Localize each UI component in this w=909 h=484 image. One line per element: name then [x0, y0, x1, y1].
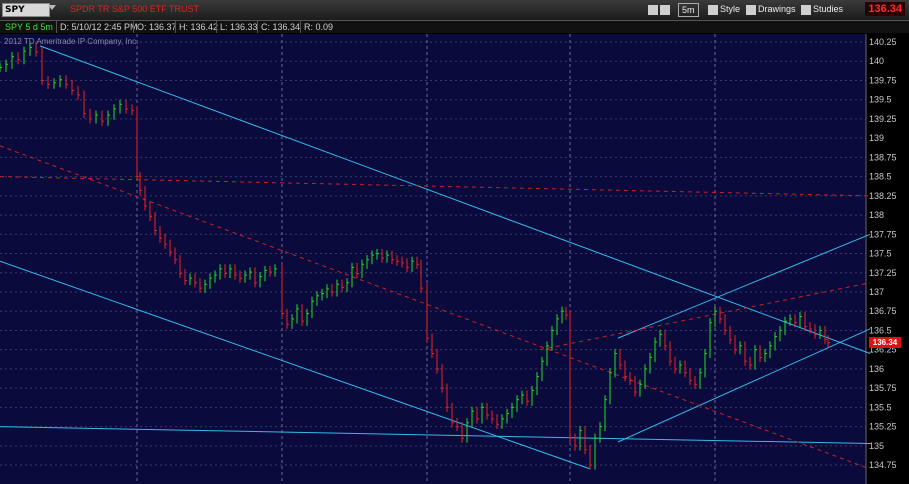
copyright-text: 2012 TD Ameritrade IP Company, Inc.	[4, 37, 139, 46]
info-bar: SPY 5 d 5m D: 5/10/12 2:45 PM O: 136.37 …	[0, 21, 909, 33]
price-chart[interactable]: 140.25 140 139.75 139.5 139.25 139 138.75 138.5…	[0, 34, 909, 484]
y-tick-label: 139.5	[869, 95, 892, 105]
symbol-description: SPDR TR S&P 500 ETF TRUST	[70, 4, 200, 14]
chart-canvas[interactable]: 140.25 140 139.75 139.5 139.25 139 138.75 138.5…	[0, 34, 909, 484]
y-tick-label: 139	[869, 133, 884, 143]
current-price-tag: 136.34	[869, 336, 901, 348]
plot-background	[0, 34, 866, 484]
y-tick-label: 135.5	[869, 402, 892, 412]
bar-low: L: 136.33	[216, 21, 258, 33]
y-tick-label: 140.25	[869, 37, 897, 47]
y-tick-label: 138.25	[869, 191, 897, 201]
drawings-button[interactable]: Drawings	[746, 2, 796, 16]
y-tick-label: 135.25	[869, 422, 897, 432]
studies-icon	[801, 4, 811, 15]
last-price: 136.34	[865, 2, 905, 16]
y-tick-label: 139.25	[869, 114, 897, 124]
crosshair-icon	[648, 4, 658, 15]
y-tick-label: 137.25	[869, 268, 897, 278]
y-tick-label: 137	[869, 287, 884, 297]
symbol-input[interactable]: SPY	[2, 3, 50, 17]
pencil-icon	[746, 4, 756, 15]
y-tick-label: 138	[869, 210, 884, 220]
y-tick-label: 139.75	[869, 75, 897, 85]
bar-range: R: 0.09	[300, 21, 333, 33]
bar-date: D: 5/10/12 2:45 PM	[56, 21, 138, 33]
y-tick-label: 135.75	[869, 383, 897, 393]
studies-label: Studies	[813, 4, 844, 14]
chart-toolbar: SPY SPDR TR S&P 500 ETF TRUST 5m Style D…	[0, 0, 909, 21]
chevron-down-icon[interactable]	[48, 5, 56, 10]
y-tick-label: 135	[869, 441, 884, 451]
style-icon	[708, 4, 718, 15]
bar-high: H: 136.42	[175, 21, 218, 33]
style-button[interactable]: Style	[708, 2, 740, 16]
tools-button[interactable]	[648, 2, 672, 16]
y-tick-label: 138.5	[869, 172, 892, 182]
y-tick-label: 136	[869, 364, 884, 374]
aggregation-button[interactable]: 5m	[678, 3, 699, 17]
study-label[interactable]: SPY 5 d 5m	[2, 21, 53, 33]
studies-button[interactable]: Studies	[801, 2, 843, 16]
y-tick-label: 137.75	[869, 229, 897, 239]
bar-close: C: 136.34	[257, 21, 300, 33]
style-label: Style	[720, 4, 741, 14]
y-tick-label: 138.75	[869, 152, 897, 162]
y-tick-label: 140	[869, 56, 884, 66]
y-tick-label: 137.5	[869, 249, 892, 259]
chart-window: SPY SPDR TR S&P 500 ETF TRUST 5m Style D…	[0, 0, 909, 484]
bar-open: O: 136.37	[133, 21, 177, 33]
y-tick-label: 136.75	[869, 306, 897, 316]
zoom-icon	[660, 4, 670, 15]
y-tick-label: 136.5	[869, 325, 892, 335]
y-tick-label: 134.75	[869, 460, 897, 470]
drawings-label: Drawings	[758, 4, 796, 14]
